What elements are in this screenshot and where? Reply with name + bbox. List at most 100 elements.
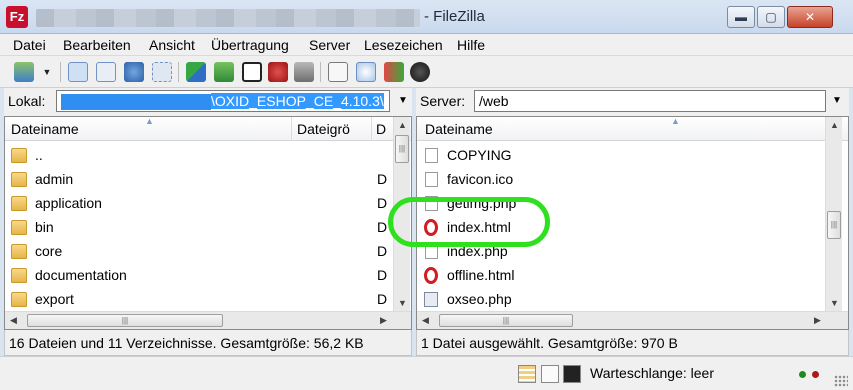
highlight-ring (388, 197, 550, 247)
remote-horizontal-scrollbar[interactable]: ◀ ||| ▶ (417, 311, 848, 329)
scroll-thumb[interactable]: ||| (27, 314, 223, 327)
queue-status: Warteschlange: leer (590, 365, 714, 381)
column-divider[interactable] (371, 117, 372, 141)
refresh-icon[interactable] (186, 62, 206, 82)
path-selection-blur (61, 94, 211, 111)
menu-ansicht[interactable]: Ansicht (149, 37, 195, 53)
list-item[interactable]: COPYING (417, 144, 848, 168)
sync-browse-icon[interactable] (384, 62, 404, 82)
file-name: favicon.ico (447, 171, 514, 187)
scroll-down-icon[interactable]: ▼ (394, 295, 411, 312)
minimize-button[interactable]: ▬ (727, 6, 755, 28)
scroll-thumb[interactable]: ||| (439, 314, 573, 327)
list-item[interactable]: export D (5, 288, 411, 312)
file-icon (425, 148, 438, 163)
led-red-icon (812, 371, 819, 378)
list-item[interactable]: admin D (5, 168, 411, 192)
list-item[interactable]: core D (5, 240, 411, 264)
column-divider[interactable] (291, 117, 292, 141)
speed-limit-icon[interactable] (563, 365, 581, 383)
file-name: documentation (35, 267, 127, 283)
col-dateityp[interactable]: D (376, 121, 386, 137)
file-name: oxseo.php (447, 291, 512, 307)
col-dateigroesse[interactable]: Dateigrö (297, 121, 369, 137)
title-bar: Fz - FileZilla ▬ ▢ ✕ (0, 0, 853, 34)
led-green-icon (799, 371, 806, 378)
file-name: core (35, 243, 63, 259)
menu-hilfe[interactable]: Hilfe (457, 37, 485, 53)
file-type: D (377, 219, 388, 235)
scroll-thumb[interactable]: ||| (827, 211, 841, 239)
local-path-input[interactable]: \OXID_ESHOP_CE_4.10.3\ (56, 90, 390, 112)
scroll-left-icon[interactable]: ◀ (5, 312, 22, 329)
remote-vertical-scrollbar[interactable]: ▲ ||| ▼ (825, 117, 842, 312)
list-item[interactable]: .. (5, 144, 411, 168)
folder-icon (11, 292, 27, 307)
remote-path-input[interactable]: /web (474, 90, 826, 112)
remote-path-dropdown-icon[interactable]: ▼ (828, 90, 846, 112)
folder-icon (11, 172, 27, 187)
scroll-right-icon[interactable]: ▶ (375, 312, 392, 329)
list-item[interactable]: oxseo.php (417, 288, 848, 312)
local-path-text: \OXID_ESHOP_CE_4.10.3\ (211, 93, 384, 109)
col-dateiname[interactable]: Dateiname (425, 121, 493, 137)
filter-icon[interactable] (328, 62, 348, 82)
scroll-up-icon[interactable]: ▲ (394, 117, 411, 134)
cancel-icon[interactable] (242, 62, 262, 82)
disconnect-icon[interactable] (268, 62, 288, 82)
site-manager-dropdown-icon[interactable]: ▼ (42, 62, 52, 82)
file-name: .. (35, 147, 43, 163)
local-horizontal-scrollbar[interactable]: ◀ ||| ▶ (5, 311, 411, 329)
remote-tree-icon[interactable] (124, 62, 144, 82)
file-name: application (35, 195, 102, 211)
queue-icon[interactable] (152, 62, 172, 82)
file-type: D (377, 195, 388, 211)
blurred-title-text (36, 9, 420, 27)
list-item[interactable]: offline.html (417, 264, 848, 288)
menu-bearbeiten[interactable]: Bearbeiten (63, 37, 131, 53)
file-type: D (377, 267, 388, 283)
sort-up-icon: ▲ (145, 116, 154, 126)
list-item[interactable]: application D (5, 192, 411, 216)
list-item[interactable]: documentation D (5, 264, 411, 288)
local-status-text: 16 Dateien und 11 Verzeichnisse. Gesamtg… (4, 330, 412, 356)
col-dateiname[interactable]: Dateiname (11, 121, 79, 137)
transfer-type-icon[interactable] (541, 365, 559, 383)
menu-lesezeichen[interactable]: Lesezeichen (364, 37, 443, 53)
message-log-icon[interactable] (68, 62, 88, 82)
scroll-left-icon[interactable]: ◀ (417, 312, 434, 329)
reconnect-icon[interactable] (294, 62, 314, 82)
remote-column-header: ▲ Dateiname (417, 117, 848, 141)
local-path-label: Lokal: (8, 93, 46, 109)
menu-datei[interactable]: Datei (13, 37, 46, 53)
menu-uebertragung[interactable]: Übertragung (211, 37, 289, 53)
maximize-button[interactable]: ▢ (757, 6, 785, 28)
scroll-down-icon[interactable]: ▼ (826, 295, 843, 312)
folder-icon (11, 268, 27, 283)
file-name: bin (35, 219, 54, 235)
remote-status-text: 1 Datei ausgewählt. Gesamtgröße: 970 B (416, 330, 849, 356)
file-type: D (377, 291, 388, 307)
folder-icon (11, 244, 27, 259)
scroll-thumb[interactable]: ||| (395, 135, 409, 163)
scroll-right-icon[interactable]: ▶ (809, 312, 826, 329)
search-icon[interactable] (410, 62, 430, 82)
scroll-up-icon[interactable]: ▲ (826, 117, 843, 134)
toolbar-divider (320, 62, 321, 82)
toolbar-divider (178, 62, 179, 82)
file-type: D (377, 243, 388, 259)
resize-grip-icon[interactable] (834, 375, 848, 387)
list-item[interactable]: bin D (5, 216, 411, 240)
list-item[interactable]: favicon.ico (417, 168, 848, 192)
compare-icon[interactable] (356, 62, 376, 82)
local-file-list[interactable]: ▲ Dateiname Dateigrö D .. admin D applic… (4, 116, 412, 330)
site-manager-icon[interactable] (14, 62, 34, 82)
menu-server[interactable]: Server (309, 37, 350, 53)
php-file-icon (424, 292, 438, 307)
process-queue-icon[interactable] (214, 62, 234, 82)
local-path-dropdown-icon[interactable]: ▼ (394, 90, 412, 112)
local-tree-icon[interactable] (96, 62, 116, 82)
close-button[interactable]: ✕ (787, 6, 833, 28)
folder-icon (11, 148, 27, 163)
file-name: COPYING (447, 147, 512, 163)
